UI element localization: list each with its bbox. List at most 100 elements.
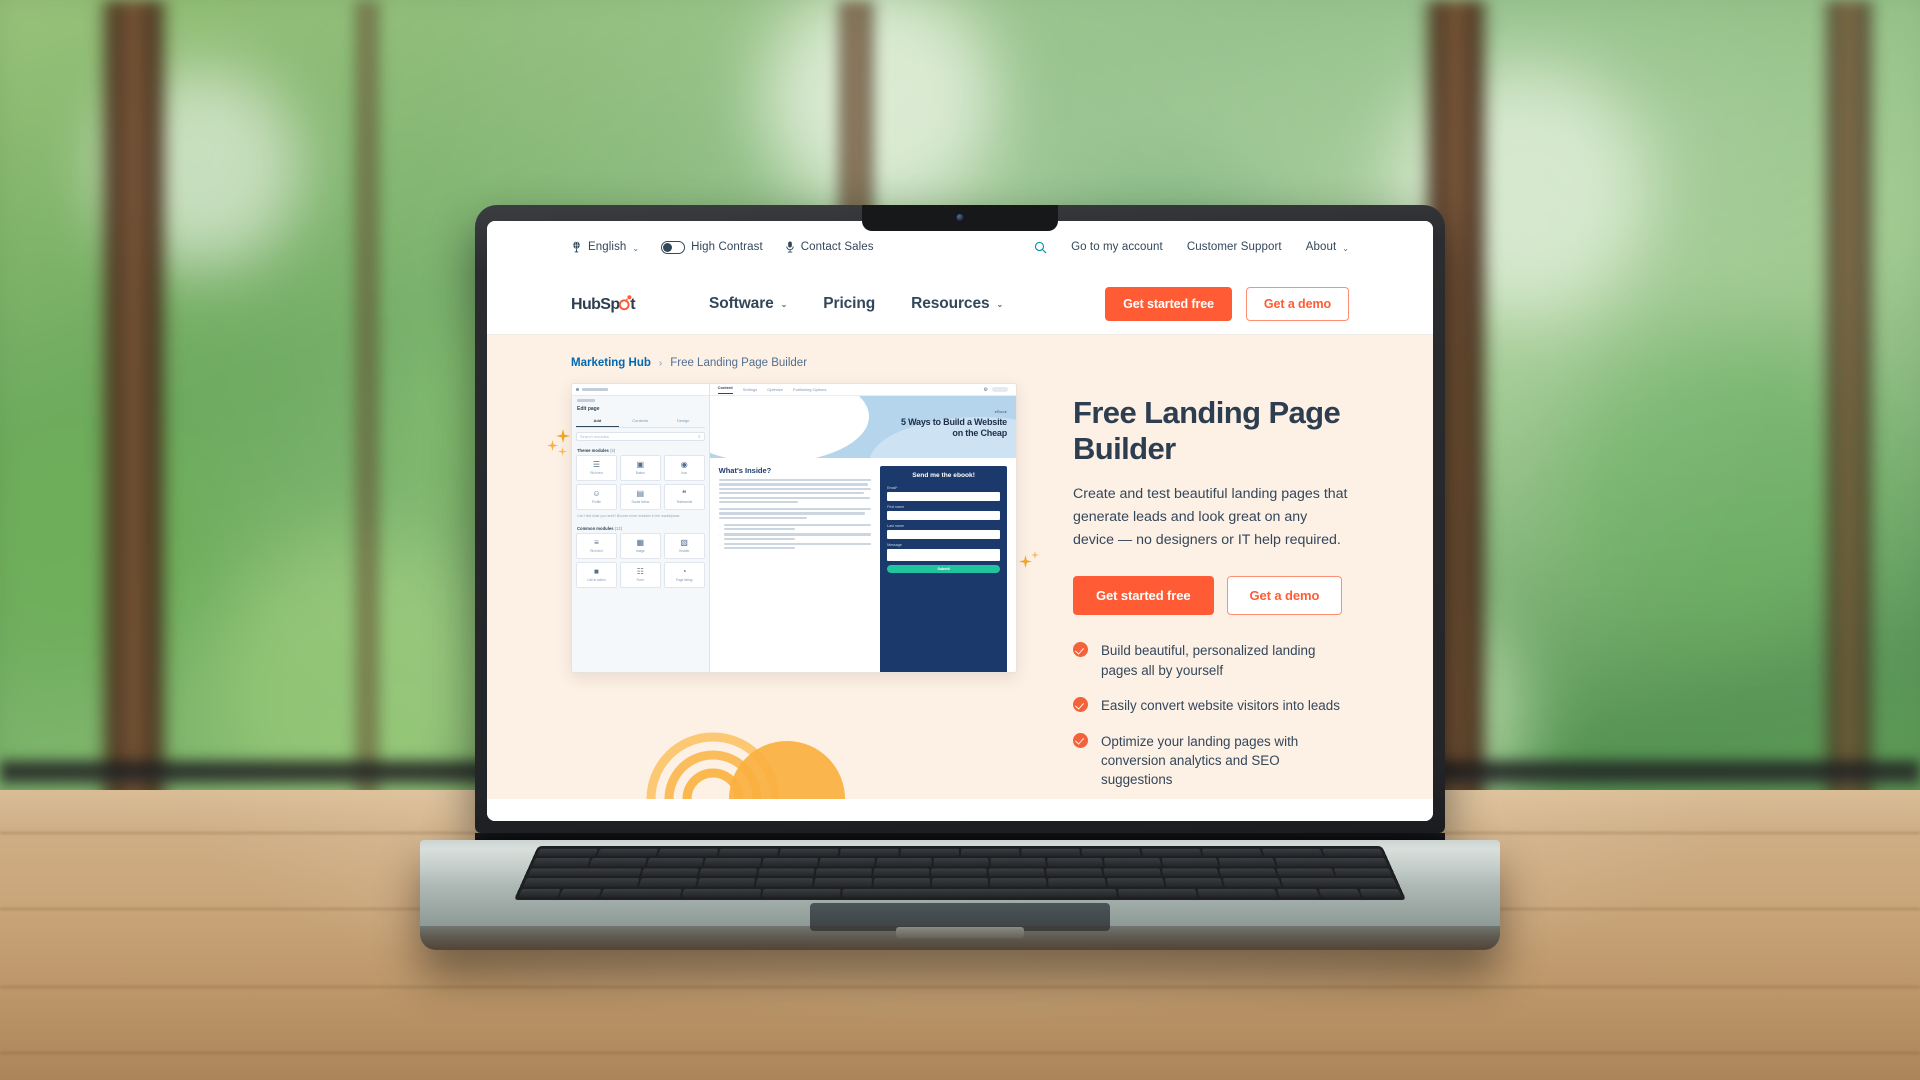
contact-sales-label: Contact Sales <box>800 241 874 253</box>
customer-support-link[interactable]: Customer Support <box>1187 241 1282 253</box>
module-icon: ■ <box>594 566 599 576</box>
nav-item-resources[interactable]: Resources ⌄ <box>911 295 1003 313</box>
nav-get-a-demo-button[interactable]: Get a demo <box>1245 286 1349 321</box>
nav-item-pricing[interactable]: Pricing <box>823 295 875 313</box>
high-contrast-toggle[interactable]: High Contrast <box>661 240 763 254</box>
chevron-down-icon: ⌄ <box>1342 243 1349 253</box>
check-circle-icon <box>1073 642 1088 658</box>
hero-cta-group: Get started free Get a demo <box>1073 576 1349 616</box>
canvas-tab-settings[interactable]: Settings <box>743 387 757 392</box>
editor-breadcrumb <box>577 399 595 402</box>
canvas-tab-publishing-options[interactable]: Publishing Options <box>793 387 826 392</box>
module-card[interactable]: ☰ Rich text <box>576 454 617 481</box>
nav-links: Software ⌄ Pricing Resources ⌄ <box>709 295 1003 313</box>
module-card[interactable]: ❝ Testimonial <box>663 483 705 510</box>
editor-common-module-grid: ≡ Rich text ▦ Image ▧ Header ■ Call to actio… <box>572 532 709 588</box>
search-icon[interactable] <box>1034 241 1047 254</box>
laptop-trackpad[interactable] <box>810 903 1110 931</box>
product-screenshot: Edit page Add Contents Design Search mod… <box>571 383 1017 673</box>
settings-gear-icon[interactable]: ⚙ <box>984 387 988 393</box>
search-icon: ⚲ <box>697 433 701 439</box>
copy-heading: What's Inside? <box>718 466 772 475</box>
module-card[interactable]: ▧ Header <box>663 532 705 559</box>
webcam-icon <box>956 214 964 221</box>
hero-feature-list: Build beautiful, personalized landing pa… <box>1073 641 1349 790</box>
breadcrumb-separator-icon: › <box>658 357 663 369</box>
laptop-mockup: English ⌄ High Contrast Contact Sales Go… <box>420 205 1500 950</box>
hero-copy-column: Free Landing Page Builder Create and tes… <box>1073 383 1349 790</box>
go-to-my-account-link[interactable]: Go to my account <box>1071 241 1163 253</box>
hubspot-logo[interactable]: HubSp t <box>571 293 651 315</box>
svg-text:t: t <box>630 296 636 313</box>
sparkle-decoration-right <box>1017 551 1043 577</box>
list-item: Optimize your landing pages with convers… <box>1073 732 1349 790</box>
laptop-front-notch <box>896 927 1024 938</box>
breadcrumb-parent-link[interactable]: Marketing Hub <box>571 357 651 369</box>
module-card[interactable]: ■ Call to action <box>576 561 617 588</box>
hero-section: Marketing Hub › Free Landing Page Builde… <box>487 335 1433 799</box>
list-item: Easily convert website visitors into lea… <box>1073 696 1349 715</box>
editor-tab-add[interactable]: Add <box>576 415 619 427</box>
nav-item-software[interactable]: Software ⌄ <box>709 295 787 313</box>
module-card[interactable]: ◔ Page listing <box>663 561 705 588</box>
editor-group-theme-modules: Theme modules (6) <box>577 447 616 453</box>
language-label: English <box>588 241 627 253</box>
form-label-email: Email* <box>887 486 898 490</box>
module-card[interactable]: ▣ Button <box>619 454 661 481</box>
page-footer-strip <box>487 799 1433 821</box>
check-circle-icon <box>1073 732 1088 748</box>
form-input-email[interactable] <box>887 492 1000 501</box>
form-submit-button[interactable]: Submit <box>887 565 1000 573</box>
canvas-tab-content[interactable]: Content <box>717 385 733 394</box>
form-label-message: Message <box>887 543 902 547</box>
form-input-message[interactable] <box>887 549 1000 561</box>
module-icon: ▣ <box>636 459 645 469</box>
module-icon: ▧ <box>680 537 688 547</box>
module-card[interactable]: ≡ Rich text <box>576 532 617 559</box>
editor-back-bar[interactable] <box>572 384 709 396</box>
module-card[interactable]: ▦ Image <box>619 532 661 559</box>
editor-canvas: Content Settings Optimize Publishing Opt… <box>709 384 1016 672</box>
module-card[interactable]: ▤ Social follow <box>619 483 661 510</box>
hero-get-started-free-button[interactable]: Get started free <box>1073 576 1214 616</box>
module-icon: ◔ <box>681 566 687 576</box>
landing-page-copy: What's Inside? – – – <box>718 466 872 672</box>
contrast-toggle-icon <box>661 240 686 254</box>
banner-kicker: eBook <box>994 410 1007 414</box>
module-card[interactable]: ☷ Form <box>619 561 661 588</box>
laptop-base <box>420 840 1500 950</box>
editor-sidebar: Edit page Add Contents Design Search mod… <box>572 384 710 672</box>
hero-get-a-demo-button[interactable]: Get a demo <box>1226 576 1343 616</box>
form-title: Send me the ebook! <box>912 472 975 479</box>
chevron-down-icon: ⌄ <box>780 300 788 309</box>
laptop-notch <box>862 205 1058 231</box>
module-card[interactable]: ◉ Icon <box>663 454 705 481</box>
editor-tab-contents[interactable]: Contents <box>619 415 662 427</box>
editor-tab-design[interactable]: Design <box>662 415 705 427</box>
editor-group-common-modules: Common modules (12) <box>577 525 623 531</box>
editor-sidebar-tabs: Add Contents Design <box>576 415 705 428</box>
laptop-lid: English ⌄ High Contrast Contact Sales Go… <box>475 205 1445 833</box>
chevron-down-icon: ⌄ <box>996 300 1004 309</box>
language-selector[interactable]: English ⌄ <box>571 241 639 253</box>
module-icon: ◉ <box>680 459 688 469</box>
banner-headline: 5 Ways to Build a Website on the Cheap <box>900 417 1007 439</box>
contact-sales-link[interactable]: Contact Sales <box>785 241 874 253</box>
decorative-arcs <box>637 689 877 799</box>
editor-module-search-input[interactable]: Search modules ⚲ <box>576 431 705 441</box>
editor-preview-button[interactable] <box>992 387 1008 392</box>
form-input-last-name[interactable] <box>887 530 1000 539</box>
editor-page-title: Edit page <box>577 405 600 412</box>
page-title: Free Landing Page Builder <box>1073 395 1341 466</box>
about-menu[interactable]: About ⌄ <box>1306 241 1349 253</box>
landing-page-banner: eBook 5 Ways to Build a Website on the C… <box>709 396 1016 458</box>
editor-canvas-tabs: Content Settings Optimize Publishing Opt… <box>709 384 1016 396</box>
back-arrow-icon <box>576 388 579 391</box>
canvas-tab-optimize[interactable]: Optimize <box>767 387 783 392</box>
nav-get-started-free-button[interactable]: Get started free <box>1105 286 1232 321</box>
editor-theme-module-grid: ☰ Rich text ▣ Button ◉ Icon ☺ Profile ▤ Socia… <box>572 454 709 510</box>
module-card[interactable]: ☺ Profile <box>576 483 617 510</box>
chevron-down-icon: ⌄ <box>632 243 640 253</box>
form-input-first-name[interactable] <box>887 511 1000 520</box>
module-icon: ▦ <box>636 537 645 547</box>
